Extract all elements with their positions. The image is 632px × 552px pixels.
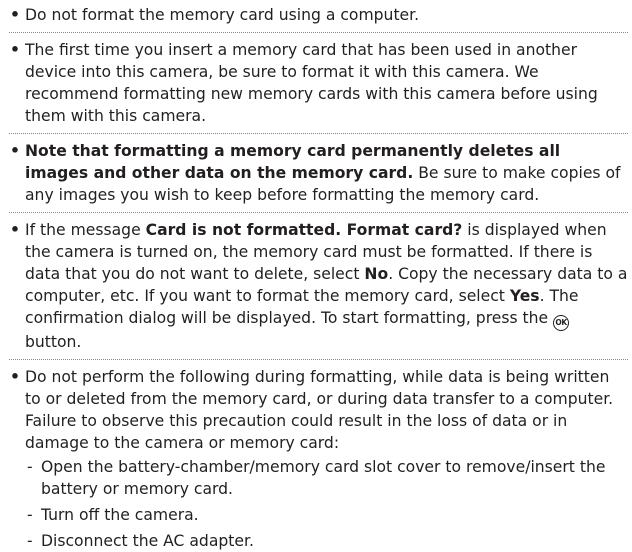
bullet-icon: •	[10, 221, 20, 239]
sub-item-text: Turn off the camera.	[41, 506, 199, 524]
sub-item-text: Disconnect the AC adapter.	[41, 532, 254, 550]
document-page: • Do not format the memory card using a …	[0, 0, 632, 550]
item-text: button.	[25, 333, 82, 351]
bullet-icon: •	[10, 6, 20, 24]
list-item: • Do not format the memory card using a …	[9, 4, 628, 33]
sub-list: - Open the battery-chamber/memory card s…	[25, 456, 628, 552]
precautions-list: • Do not format the memory card using a …	[9, 4, 628, 552]
list-item: • Do not perform the following during fo…	[9, 366, 628, 552]
list-item: • Note that formatting a memory card per…	[9, 140, 628, 213]
item-text: Do not perform the following during form…	[25, 368, 614, 452]
bullet-icon: •	[10, 41, 20, 59]
dash-icon: -	[27, 458, 33, 476]
ok-button-icon: OK	[553, 315, 570, 331]
bullet-icon: •	[10, 368, 20, 386]
item-text: The first time you insert a memory card …	[25, 41, 598, 125]
bullet-icon: •	[10, 142, 20, 160]
list-item: • The first time you insert a memory car…	[9, 39, 628, 134]
sub-list-item: - Turn off the camera.	[25, 504, 628, 526]
dash-icon: -	[27, 532, 33, 550]
sub-item-text: Open the battery-chamber/memory card slo…	[41, 458, 606, 498]
option-no: No	[364, 265, 389, 283]
list-item: • If the message Card is not formatted. …	[9, 219, 628, 360]
dash-icon: -	[27, 506, 33, 524]
item-text: If the message	[25, 221, 146, 239]
item-text: Do not format the memory card using a co…	[25, 6, 420, 24]
message-text: Card is not formatted. Format card?	[145, 221, 463, 239]
option-yes: Yes	[509, 287, 540, 305]
sub-list-item: - Disconnect the AC adapter.	[25, 530, 628, 552]
sub-list-item: - Open the battery-chamber/memory card s…	[25, 456, 628, 500]
